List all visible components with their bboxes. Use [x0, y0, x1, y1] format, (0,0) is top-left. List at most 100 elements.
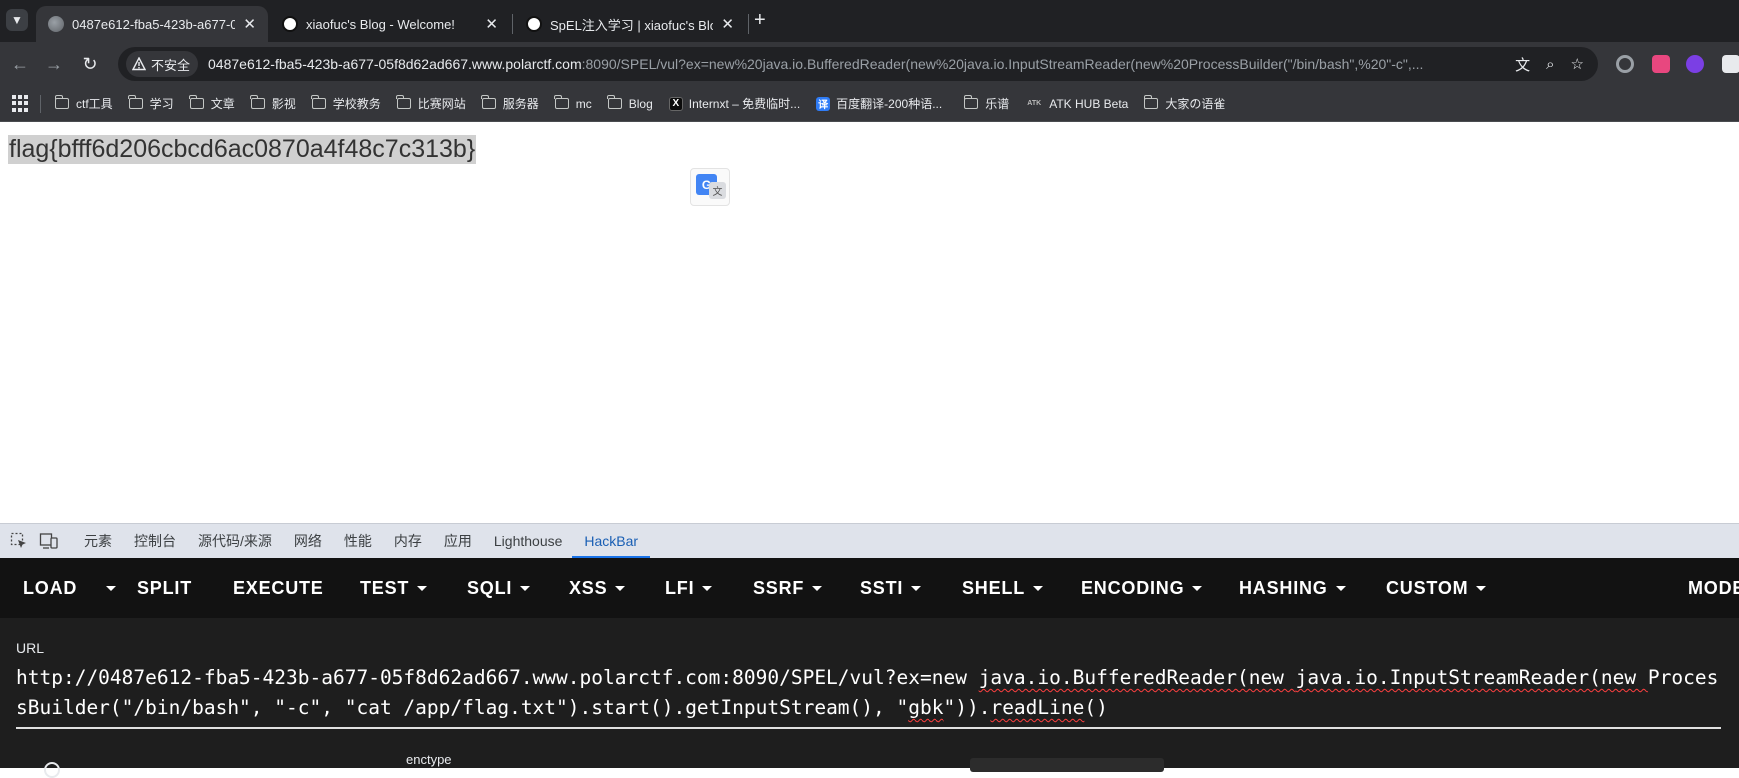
- new-tab-button[interactable]: +: [754, 9, 766, 31]
- tab-2[interactable]: SpEL注入学习 | xiaofuc's Blog ✕: [514, 6, 746, 42]
- xss-menu[interactable]: XSS: [569, 577, 626, 599]
- tab-title: SpEL注入学习 | xiaofuc's Blog: [550, 17, 714, 33]
- bookmark-folder[interactable]: ctf工具: [54, 95, 113, 112]
- bookmark-folder[interactable]: 影视: [250, 95, 296, 112]
- bookmark-folder[interactable]: 文章: [189, 95, 235, 112]
- atk-icon: ATK: [1027, 100, 1042, 107]
- ssti-menu[interactable]: SSTI: [860, 577, 922, 599]
- device-toolbar-icon[interactable]: [38, 530, 60, 552]
- inspect-element-icon[interactable]: [8, 530, 30, 552]
- devtools-tab-hackbar[interactable]: HackBar: [572, 524, 650, 559]
- bookmark-label: 影视: [271, 97, 296, 111]
- devtools-tab-elements[interactable]: 元素: [84, 524, 112, 559]
- extension-translate-icon[interactable]: [1652, 55, 1670, 73]
- split-button[interactable]: SPLIT: [137, 578, 192, 599]
- enctype-select[interactable]: [970, 758, 1164, 772]
- bookmark-folder[interactable]: 比赛网站: [396, 95, 466, 112]
- folder-icon: [189, 95, 204, 109]
- bookmark-folder[interactable]: 服务器: [481, 95, 539, 112]
- button-label: LOAD: [23, 577, 78, 598]
- bookmark-folder[interactable]: 学习: [128, 95, 174, 112]
- bookmarks-bar: ctf工具 学习 文章 影视 学校教务 比赛网站 服务器 mc Blog X In…: [0, 86, 1739, 122]
- forward-button[interactable]: →: [42, 52, 66, 76]
- hashing-menu[interactable]: HASHING: [1239, 578, 1346, 599]
- caret-down-icon: [1033, 585, 1044, 591]
- caret-down-icon: [106, 585, 116, 591]
- tab-0[interactable]: 0487e612-fba5-423b-a677-0 ✕: [36, 6, 268, 42]
- close-icon[interactable]: ✕: [721, 15, 734, 33]
- bookmark-label: ctf工具: [76, 97, 113, 111]
- tab-separator: [748, 14, 749, 34]
- button-label: MODE: [1688, 577, 1739, 598]
- bookmark-separator: [40, 94, 41, 113]
- load-dropdown-button[interactable]: [98, 585, 116, 591]
- button-label: SQLI: [467, 577, 513, 598]
- extension-owl-icon[interactable]: [1722, 55, 1739, 73]
- test-menu[interactable]: TEST: [360, 578, 428, 599]
- caret-down-icon: [1192, 585, 1203, 591]
- execute-button[interactable]: EXECUTE: [233, 578, 324, 599]
- bookmark-label: ATK HUB Beta: [1049, 96, 1129, 111]
- bookmark-link[interactable]: 译百度翻译-200种语...: [816, 95, 942, 112]
- url-segment: (): [1084, 696, 1108, 719]
- apps-grid-icon[interactable]: [12, 94, 30, 113]
- tab-search-button[interactable]: ▼: [6, 9, 28, 31]
- address-bar[interactable]: 不安全 0487e612-fba5-423b-a677-05f8d62ad667…: [118, 47, 1598, 81]
- bookmark-label: mc: [575, 96, 592, 111]
- button-label: EXECUTE: [233, 577, 324, 598]
- devtools-tab-lighthouse[interactable]: Lighthouse: [494, 524, 563, 559]
- globe-icon: [48, 16, 64, 32]
- zoom-icon[interactable]: ⌕: [1546, 56, 1554, 73]
- tab-1[interactable]: xiaofuc's Blog - Welcome! ✕: [270, 6, 510, 42]
- caret-down-icon: [1476, 585, 1487, 591]
- devtools-tab-application[interactable]: 应用: [444, 524, 472, 559]
- browser-toolbar: ← → ↻ 不安全 0487e612-fba5-423b-a677-05f8d6…: [0, 42, 1739, 86]
- security-chip[interactable]: 不安全: [126, 51, 199, 77]
- bookmark-folder[interactable]: 乐谱: [963, 95, 1009, 112]
- url-segment: http://0487e612-fba5-423b-a677-05f8d62ad…: [16, 666, 979, 689]
- translate-icon[interactable]: 文: [1515, 54, 1530, 75]
- post-data-toggle[interactable]: [44, 762, 60, 778]
- devtools-tab-network[interactable]: 网络: [294, 524, 322, 559]
- url-path: :8090/SPEL/vul?ex=new%20java.io.Buffered…: [581, 56, 1424, 72]
- tab-title: 0487e612-fba5-423b-a677-0: [72, 16, 236, 32]
- encoding-menu[interactable]: ENCODING: [1081, 578, 1203, 599]
- google-translate-icon[interactable]: G 文: [690, 168, 730, 206]
- shell-menu[interactable]: SHELL: [962, 578, 1044, 599]
- reload-button[interactable]: ↻: [78, 52, 102, 76]
- bookmark-folder[interactable]: Blog: [607, 95, 653, 111]
- folder-icon: [128, 95, 143, 109]
- back-button[interactable]: ←: [8, 52, 32, 76]
- url-textarea[interactable]: http://0487e612-fba5-423b-a677-05f8d62ad…: [16, 663, 1721, 729]
- bookmark-link[interactable]: ATK ATK HUB Beta: [1025, 97, 1128, 111]
- custom-menu[interactable]: CUSTOM: [1386, 578, 1487, 599]
- caret-down-icon: [520, 585, 531, 591]
- sqli-menu[interactable]: SQLI: [467, 577, 531, 599]
- tab-separator: [512, 14, 513, 34]
- extension-circle-icon[interactable]: [1616, 55, 1634, 73]
- close-icon[interactable]: ✕: [243, 15, 256, 33]
- bookmark-folder[interactable]: 大家の语雀: [1143, 95, 1225, 112]
- ssrf-menu[interactable]: SSRF: [753, 578, 823, 599]
- devtools-tab-memory[interactable]: 内存: [394, 524, 422, 559]
- bookmark-label: Blog: [628, 96, 653, 111]
- button-label: HASHING: [1239, 577, 1328, 598]
- bookmark-link[interactable]: X Internxt – 免费临时...: [668, 95, 800, 112]
- button-label: SSTI: [860, 577, 904, 598]
- button-label: XSS: [569, 577, 608, 598]
- devtools-tab-console[interactable]: 控制台: [134, 524, 176, 559]
- extension-brain-icon[interactable]: [1686, 55, 1704, 73]
- bookmark-folder[interactable]: mc: [554, 95, 592, 111]
- close-icon[interactable]: ✕: [485, 15, 498, 33]
- bookmark-folder[interactable]: 学校教务: [311, 95, 381, 112]
- devtools-tab-performance[interactable]: 性能: [344, 524, 372, 559]
- mode-menu[interactable]: MODE: [1688, 578, 1739, 599]
- folder-icon: [481, 95, 496, 109]
- star-icon[interactable]: ☆: [1571, 55, 1584, 73]
- url-text[interactable]: 0487e612-fba5-423b-a677-05f8d62ad667.www…: [208, 56, 1505, 72]
- lfi-menu[interactable]: LFI: [665, 578, 713, 599]
- hackbar-body: URL http://0487e612-fba5-423b-a677-05f8d…: [0, 618, 1739, 778]
- load-button[interactable]: LOAD: [23, 578, 77, 599]
- devtools-tab-sources[interactable]: 源代码/来源: [198, 524, 272, 559]
- reload-icon: ↻: [82, 53, 98, 74]
